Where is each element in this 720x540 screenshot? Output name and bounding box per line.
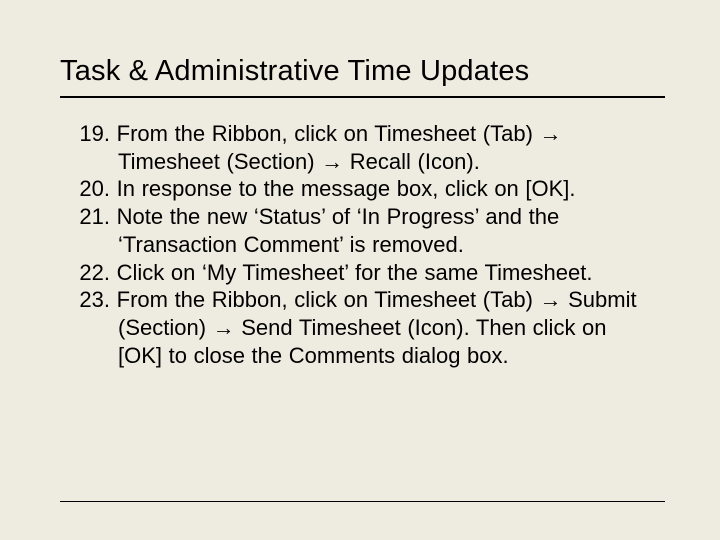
- title-underline: [60, 96, 665, 98]
- step-text: From the Ribbon, click on Timesheet (Tab…: [117, 121, 562, 174]
- bottom-rule: [60, 501, 665, 502]
- slide: Task & Administrative Time Updates 19. F…: [0, 0, 720, 540]
- step-number: 21.: [72, 203, 110, 231]
- step-text: In response to the message box, click on…: [117, 176, 576, 201]
- step-text: From the Ribbon, click on Timesheet (Tab…: [117, 287, 637, 367]
- list-item: 22. Click on ‘My Timesheet’ for the same…: [60, 259, 655, 287]
- step-text: Click on ‘My Timesheet’ for the same Tim…: [117, 260, 593, 285]
- page-title: Task & Administrative Time Updates: [60, 55, 665, 88]
- list-item: 21. Note the new ‘Status’ of ‘In Progres…: [60, 203, 655, 258]
- steps-list: 19. From the Ribbon, click on Timesheet …: [60, 120, 665, 369]
- step-number: 20.: [72, 175, 110, 203]
- list-item: 19. From the Ribbon, click on Timesheet …: [60, 120, 655, 175]
- step-number: 19.: [72, 120, 110, 148]
- step-number: 23.: [72, 286, 110, 314]
- step-text: Note the new ‘Status’ of ‘In Progress’ a…: [117, 204, 560, 257]
- list-item: 23. From the Ribbon, click on Timesheet …: [60, 286, 655, 369]
- list-item: 20. In response to the message box, clic…: [60, 175, 655, 203]
- step-number: 22.: [72, 259, 110, 287]
